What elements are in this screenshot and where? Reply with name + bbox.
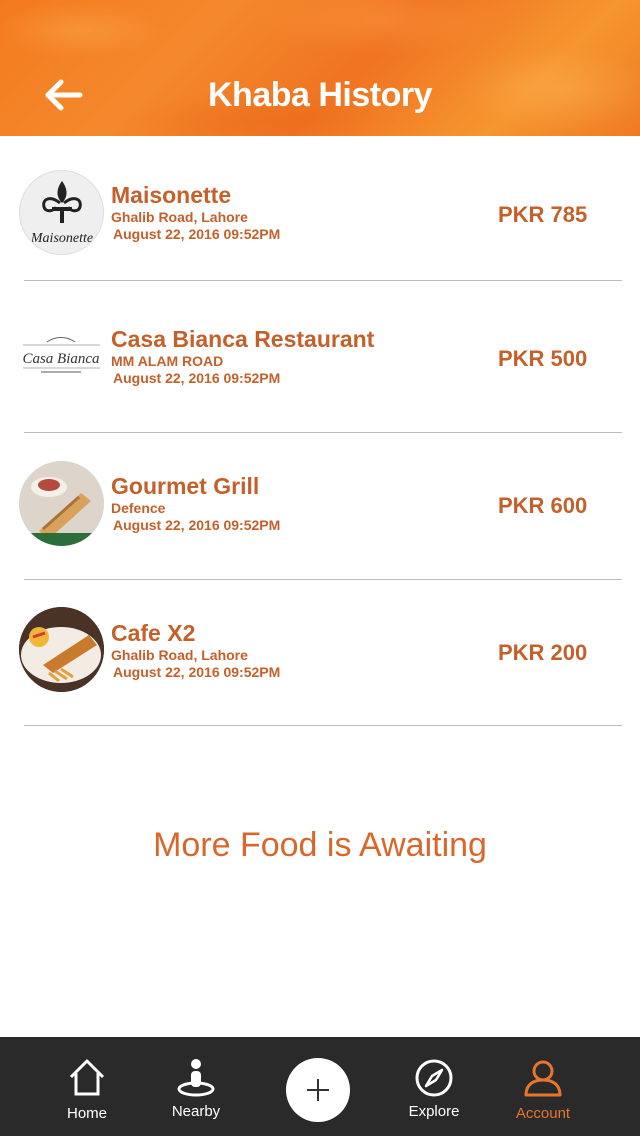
add-button[interactable] <box>286 1058 350 1122</box>
restaurant-photo <box>19 607 104 692</box>
restaurant-logo: Maisonette <box>19 170 104 255</box>
tab-account[interactable]: Account <box>493 1037 593 1136</box>
tab-home[interactable]: Home <box>37 1037 137 1136</box>
order-date: August 22, 2016 09:52PM <box>113 226 281 242</box>
order-price: PKR 200 <box>498 640 588 665</box>
restaurant-address: MM ALAM ROAD <box>111 353 224 369</box>
tab-label: Home <box>66 1105 107 1122</box>
location-pin-icon <box>177 1059 215 1097</box>
home-icon <box>69 1059 105 1096</box>
order-date: August 22, 2016 09:52PM <box>113 370 281 386</box>
restaurant-name: Maisonette <box>111 182 232 208</box>
food-photo-icon <box>19 607 104 692</box>
history-item[interactable]: Gourmet Grill Defence August 22, 2016 09… <box>0 433 640 580</box>
restaurant-address: Defence <box>111 500 166 516</box>
history-item[interactable]: Casa Bianca Casa Bianca Restaurant MM AL… <box>0 288 640 433</box>
restaurant-name: Gourmet Grill <box>111 473 260 499</box>
restaurant-logo: Casa Bianca <box>19 312 104 397</box>
page-title: Khaba History <box>208 76 433 114</box>
footer-message: More Food is Awaiting <box>153 826 487 864</box>
order-date: August 22, 2016 09:52PM <box>113 664 281 680</box>
restaurant-name: Cafe X2 <box>111 620 196 646</box>
bottom-tab-bar: Home Nearby Explore Account <box>0 1037 640 1136</box>
tab-label: Explore <box>408 1103 460 1120</box>
casa-bianca-logo-icon: Casa Bianca <box>22 337 100 373</box>
tab-label: Nearby <box>171 1103 221 1120</box>
user-icon <box>524 1060 562 1097</box>
history-item[interactable]: Cafe X2 Ghalib Road, Lahore August 22, 2… <box>0 580 640 726</box>
tab-explore[interactable]: Explore <box>384 1037 484 1136</box>
header-texture <box>0 0 640 136</box>
compass-icon <box>415 1059 453 1097</box>
history-item[interactable]: Maisonette Maisonette Ghalib Road, Lahor… <box>0 136 640 281</box>
food-photo-icon <box>19 461 104 546</box>
plus-icon <box>307 1079 329 1101</box>
svg-text:Casa Bianca: Casa Bianca <box>22 351 99 367</box>
app-header: Khaba History <box>0 0 640 136</box>
restaurant-photo <box>19 461 104 546</box>
order-date: August 22, 2016 09:52PM <box>113 517 281 533</box>
row-divider <box>24 725 622 726</box>
tab-label: Account <box>515 1105 571 1122</box>
tab-nearby[interactable]: Nearby <box>146 1037 246 1136</box>
fleur-de-lis-icon: Maisonette <box>30 181 93 246</box>
svg-text:Maisonette: Maisonette <box>30 231 93 246</box>
order-price: PKR 785 <box>498 202 588 227</box>
restaurant-name: Casa Bianca Restaurant <box>111 326 375 352</box>
order-price: PKR 600 <box>498 493 588 518</box>
restaurant-address: Ghalib Road, Lahore <box>111 209 248 225</box>
row-divider <box>24 280 622 281</box>
restaurant-address: Ghalib Road, Lahore <box>111 647 248 663</box>
order-price: PKR 500 <box>498 346 588 371</box>
